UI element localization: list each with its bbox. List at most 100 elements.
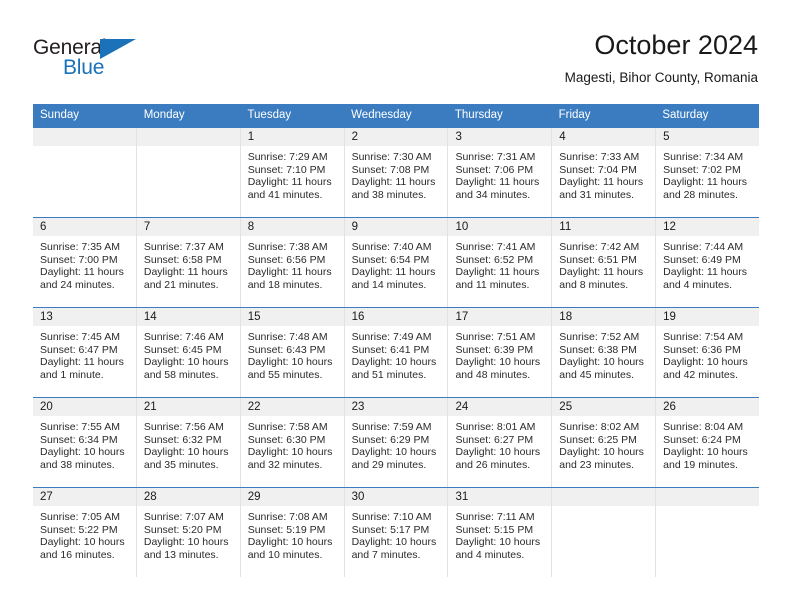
- day-cell-18[interactable]: 18 Sunrise: 7:52 AM Sunset: 6:38 PM Dayligh…: [551, 308, 656, 397]
- day-cell-19[interactable]: 19 Sunrise: 7:54 AM Sunset: 6:36 PM Dayligh…: [655, 308, 760, 397]
- day-cell-5[interactable]: 5 Sunrise: 7:34 AM Sunset: 7:02 PM Daylight…: [655, 128, 760, 217]
- daylight-text-line2: and 18 minutes.: [247, 278, 323, 291]
- daylight-text-line1: Daylight: 10 hours: [143, 536, 229, 549]
- sunset-text: Sunset: 5:17 PM: [351, 523, 430, 536]
- day-cell-7[interactable]: 7 Sunrise: 7:37 AM Sunset: 6:58 PM Daylight…: [135, 218, 240, 307]
- day-number: 17: [448, 308, 552, 326]
- day-cell-28[interactable]: 28 Sunrise: 7:07 AM Sunset: 5:20 PM Dayligh…: [135, 488, 240, 577]
- weekday-header-tuesday: Tuesday: [247, 109, 292, 121]
- sunrise-text: Sunrise: 7:40 AM: [351, 241, 432, 253]
- daylight-text-line2: and 21 minutes.: [143, 278, 219, 291]
- day-number: 15: [240, 308, 344, 326]
- day-cell-31[interactable]: 31 Sunrise: 7:11 AM Sunset: 5:15 PM Dayligh…: [447, 488, 552, 577]
- day-cell-2[interactable]: 2 Sunrise: 7:30 AM Sunset: 7:08 PM Daylight…: [343, 128, 448, 217]
- day-details: Sunrise: 7:51 AM Sunset: 6:39 PM Daylight:…: [448, 326, 551, 381]
- day-cell-12[interactable]: 12 Sunrise: 7:44 AM Sunset: 6:49 PM Dayligh…: [655, 218, 760, 307]
- day-number: 5: [656, 128, 760, 146]
- day-cell-9[interactable]: 9 Sunrise: 7:40 AM Sunset: 6:54 PM Daylight…: [343, 218, 448, 307]
- daylight-text-line2: and 48 minutes.: [455, 368, 531, 381]
- day-number: 24: [448, 398, 552, 416]
- day-cell-16[interactable]: 16 Sunrise: 7:49 AM Sunset: 6:41 PM Dayligh…: [343, 308, 448, 397]
- daylight-text-line1: Daylight: 11 hours: [663, 266, 748, 279]
- daylight-text-line2: and 19 minutes.: [663, 458, 738, 471]
- daylight-text-line1: Daylight: 10 hours: [351, 356, 437, 369]
- title-block: October 2024 Magesti, Bihor County, Roma…: [565, 30, 758, 87]
- day-cell-17[interactable]: 17 Sunrise: 7:51 AM Sunset: 6:39 PM Dayligh…: [447, 308, 552, 397]
- daylight-text-line1: Daylight: 11 hours: [559, 266, 644, 279]
- sunrise-text: Sunrise: 7:08 AM: [247, 511, 328, 523]
- sunset-text: Sunset: 5:19 PM: [247, 523, 326, 536]
- sunset-text: Sunset: 6:24 PM: [663, 433, 741, 446]
- day-cell-30[interactable]: 30 Sunrise: 7:10 AM Sunset: 5:17 PM Dayligh…: [343, 488, 448, 577]
- page-title: October 2024: [594, 30, 758, 60]
- daylight-text-line1: Daylight: 11 hours: [247, 266, 332, 279]
- daylight-text-line1: Daylight: 11 hours: [143, 266, 228, 279]
- sunrise-text: Sunrise: 7:05 AM: [40, 511, 120, 523]
- day-cell-13[interactable]: 13 Sunrise: 7:45 AM Sunset: 6:47 PM Dayligh…: [33, 308, 136, 397]
- day-cell-3[interactable]: 3 Sunrise: 7:31 AM Sunset: 7:06 PM Daylight…: [447, 128, 552, 217]
- sunset-text: Sunset: 6:58 PM: [143, 253, 222, 266]
- day-number: 7: [136, 218, 240, 236]
- day-cell-25[interactable]: 25 Sunrise: 8:02 AM Sunset: 6:25 PM Dayligh…: [551, 398, 656, 487]
- calendar-week-row: 1 Sunrise: 7:29 AM Sunset: 7:10 PM Daylight…: [33, 128, 760, 217]
- daylight-text-line2: and 58 minutes.: [143, 368, 219, 381]
- day-cell-27[interactable]: 27 Sunrise: 7:05 AM Sunset: 5:22 PM Dayligh…: [33, 488, 136, 577]
- day-details: Sunrise: 7:42 AM Sunset: 6:51 PM Daylight:…: [552, 236, 655, 291]
- sunrise-text: Sunrise: 7:56 AM: [143, 421, 224, 433]
- day-cell-20[interactable]: 20 Sunrise: 7:55 AM Sunset: 6:34 PM Dayligh…: [33, 398, 136, 487]
- weekday-header-monday: Monday: [143, 109, 185, 121]
- day-cell-6[interactable]: 6 Sunrise: 7:35 AM Sunset: 7:00 PM Daylight…: [33, 218, 136, 307]
- daylight-text-line1: Daylight: 10 hours: [559, 356, 644, 369]
- day-number: 20: [33, 398, 136, 416]
- general-blue-logo[interactable]: General Blue: [33, 30, 143, 79]
- day-cell-24[interactable]: 24 Sunrise: 8:01 AM Sunset: 6:27 PM Dayligh…: [447, 398, 552, 487]
- day-number: 18: [552, 308, 656, 326]
- day-cell-15[interactable]: 15 Sunrise: 7:48 AM Sunset: 6:43 PM Dayligh…: [239, 308, 344, 397]
- day-cell-23[interactable]: 23 Sunrise: 7:59 AM Sunset: 6:29 PM Dayligh…: [343, 398, 448, 487]
- daylight-text-line1: Daylight: 10 hours: [351, 536, 437, 549]
- page-header: General Blue October 2024 Magesti, Bihor…: [0, 0, 792, 85]
- daylight-text-line2: and 28 minutes.: [663, 188, 738, 201]
- day-cell-empty: [135, 128, 240, 217]
- day-details: [137, 146, 240, 151]
- daylight-text-line2: and 10 minutes.: [247, 548, 323, 561]
- day-cell-1[interactable]: 1 Sunrise: 7:29 AM Sunset: 7:10 PM Daylight…: [239, 128, 344, 217]
- sunrise-text: Sunrise: 7:29 AM: [247, 151, 328, 163]
- day-cell-8[interactable]: 8 Sunrise: 7:38 AM Sunset: 6:56 PM Daylight…: [239, 218, 344, 307]
- day-details: Sunrise: 7:54 AM Sunset: 6:36 PM Daylight:…: [656, 326, 759, 381]
- day-details: [552, 506, 655, 511]
- sunset-text: Sunset: 7:02 PM: [663, 163, 741, 176]
- daylight-text-line2: and 29 minutes.: [351, 458, 427, 471]
- sunset-text: Sunset: 7:00 PM: [40, 253, 118, 266]
- day-cell-14[interactable]: 14 Sunrise: 7:46 AM Sunset: 6:45 PM Dayligh…: [135, 308, 240, 397]
- day-number: [33, 128, 136, 146]
- day-number: 14: [136, 308, 240, 326]
- day-details: Sunrise: 7:52 AM Sunset: 6:38 PM Daylight:…: [552, 326, 655, 381]
- day-details: Sunrise: 7:37 AM Sunset: 6:58 PM Daylight:…: [137, 236, 240, 291]
- daylight-text-line1: Daylight: 10 hours: [40, 446, 125, 459]
- day-cell-empty: [33, 128, 136, 217]
- calendar-grid: Sunday Monday Tuesday Wednesday Thursday Frid…: [33, 104, 760, 577]
- day-number: 27: [33, 488, 136, 506]
- day-number: 28: [136, 488, 240, 506]
- sunrise-text: Sunrise: 8:01 AM: [455, 421, 536, 433]
- sunrise-text: Sunrise: 7:46 AM: [143, 331, 224, 343]
- sunset-text: Sunset: 7:10 PM: [247, 163, 326, 176]
- day-cell-4[interactable]: 4 Sunrise: 7:33 AM Sunset: 7:04 PM Daylight…: [551, 128, 656, 217]
- day-number: 16: [344, 308, 448, 326]
- daylight-text-line2: and 32 minutes.: [247, 458, 323, 471]
- daylight-text-line2: and 38 minutes.: [351, 188, 427, 201]
- sunset-text: Sunset: 6:25 PM: [559, 433, 637, 446]
- day-cell-29[interactable]: 29 Sunrise: 7:08 AM Sunset: 5:19 PM Dayligh…: [239, 488, 344, 577]
- sunset-text: Sunset: 6:45 PM: [143, 343, 222, 356]
- day-cell-empty: [655, 488, 760, 577]
- day-cell-26[interactable]: 26 Sunrise: 8:04 AM Sunset: 6:24 PM Dayligh…: [655, 398, 760, 487]
- day-cell-22[interactable]: 22 Sunrise: 7:58 AM Sunset: 6:30 PM Dayligh…: [239, 398, 344, 487]
- day-cell-10[interactable]: 10 Sunrise: 7:41 AM Sunset: 6:52 PM Dayligh…: [447, 218, 552, 307]
- day-cell-21[interactable]: 21 Sunrise: 7:56 AM Sunset: 6:32 PM Dayligh…: [135, 398, 240, 487]
- sunrise-text: Sunrise: 7:11 AM: [455, 511, 535, 523]
- day-details: Sunrise: 7:08 AM Sunset: 5:19 PM Daylight:…: [241, 506, 344, 561]
- day-cell-11[interactable]: 11 Sunrise: 7:42 AM Sunset: 6:51 PM Dayligh…: [551, 218, 656, 307]
- sunset-text: Sunset: 6:43 PM: [247, 343, 326, 356]
- day-details: [33, 146, 136, 151]
